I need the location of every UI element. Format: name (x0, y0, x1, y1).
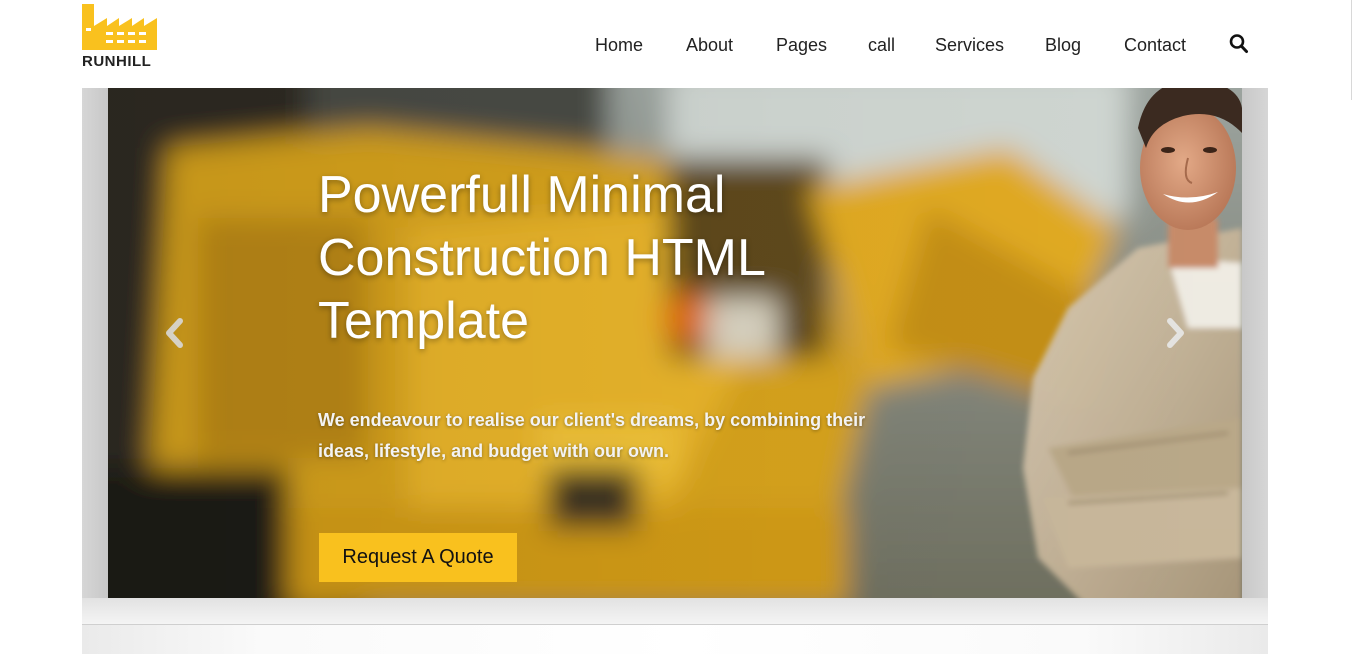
request-quote-button[interactable]: Request A Quote (319, 533, 517, 582)
chevron-left-icon[interactable] (160, 314, 188, 352)
brand-name: RUNHILL (82, 53, 152, 70)
hero-title: Powerfull Minimal Construction HTML Temp… (318, 166, 766, 350)
next-section-top (82, 625, 1268, 654)
nav-item-blog[interactable]: Blog (1045, 33, 1081, 57)
page-edge-divider (1351, 0, 1352, 100)
slider-shadow (82, 598, 1268, 624)
nav-item-services[interactable]: Services (935, 33, 1004, 57)
site-header: RUNHILL Home About Pages call Services B… (0, 0, 1353, 88)
nav-item-call[interactable]: call (868, 33, 895, 57)
nav-item-about[interactable]: About (686, 33, 733, 57)
brand-logo[interactable]: RUNHILL (82, 4, 162, 70)
search-icon[interactable] (1229, 33, 1249, 55)
nav-item-pages[interactable]: Pages (776, 33, 827, 57)
nav-item-home[interactable]: Home (595, 33, 643, 57)
factory-icon (82, 4, 157, 50)
nav-item-contact[interactable]: Contact (1124, 33, 1186, 57)
chevron-right-icon[interactable] (1162, 314, 1190, 352)
hero-subtitle: We endeavour to realise our client's dre… (318, 410, 866, 461)
